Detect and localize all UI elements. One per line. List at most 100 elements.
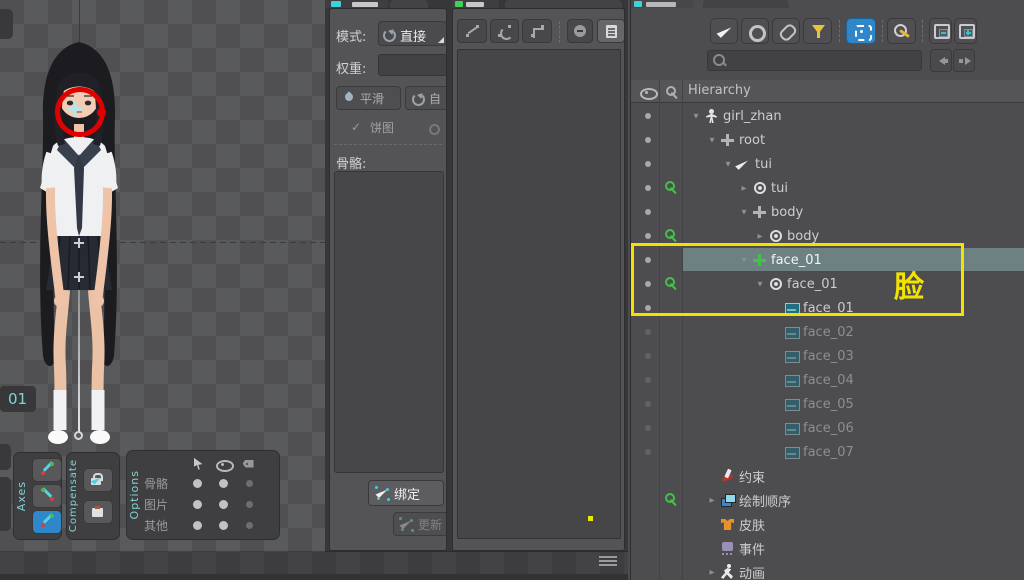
frame-selection-button[interactable]	[846, 18, 876, 44]
chevron-down-icon[interactable]	[737, 207, 751, 218]
find-edit-button[interactable]	[887, 18, 916, 44]
bottom-panel-edge	[0, 574, 628, 580]
images-label-toggle[interactable]	[246, 501, 253, 508]
tree-row-skins[interactable]: 皮肤	[631, 512, 1024, 536]
tree-row[interactable]: body	[631, 200, 1024, 224]
chevron-right-icon[interactable]	[753, 231, 767, 242]
search-input[interactable]	[707, 50, 922, 71]
layers-icon	[719, 492, 736, 508]
graph-area[interactable]	[457, 49, 621, 539]
tree-row[interactable]: face_04	[631, 368, 1024, 392]
spine-editor-window: 01 模式: 直接 权重: 平滑 自 饼图	[0, 0, 1024, 580]
axes-mode-button-2[interactable]	[32, 484, 62, 508]
compensate-image-button[interactable]	[83, 500, 113, 524]
bone-crosshair[interactable]	[74, 238, 84, 248]
chevron-right-icon[interactable]	[737, 183, 751, 194]
tree-row-draw-order[interactable]: 绘制顺序	[631, 488, 1024, 512]
axes-toolbar: Axes	[13, 452, 62, 540]
others-label-toggle[interactable]	[246, 522, 253, 529]
bind-button[interactable]: 绑定	[368, 480, 444, 506]
visibility-dot[interactable]	[645, 233, 651, 239]
mode-dropdown[interactable]: 直接	[378, 21, 447, 46]
expand-all-button[interactable]	[954, 18, 977, 44]
axes-mode-button-1[interactable]	[32, 458, 62, 482]
bind-bone-icon	[374, 485, 391, 501]
tree-row[interactable]: face_06	[631, 416, 1024, 440]
linear-curve-button[interactable]	[457, 19, 487, 43]
bones-label-toggle[interactable]	[246, 480, 253, 487]
circle-tool-button[interactable]	[741, 18, 769, 44]
auto-button[interactable]: 自	[405, 86, 447, 110]
graph-point[interactable]	[588, 516, 593, 521]
bones-visibility-toggle[interactable]	[219, 479, 228, 488]
search-prev-button[interactable]	[930, 49, 952, 72]
tree-row-events[interactable]: 事件	[631, 536, 1024, 560]
images-visibility-toggle[interactable]	[219, 500, 228, 509]
weight-label: 权重:	[336, 58, 366, 77]
hierarchy-tab-text-fragment	[646, 2, 676, 7]
visibility-dot[interactable]	[645, 377, 651, 383]
chevron-right-icon[interactable]	[705, 495, 719, 506]
graph-tab-icon	[455, 1, 463, 7]
hierarchy-header: Hierarchy	[631, 80, 1024, 103]
tree-row[interactable]: face_03	[631, 344, 1024, 368]
tree-row[interactable]: face_05	[631, 392, 1024, 416]
collapse-all-button[interactable]	[929, 18, 952, 44]
tree-row-animations[interactable]: 动画	[631, 560, 1024, 580]
search-next-button[interactable]	[953, 49, 975, 72]
attachment-button[interactable]	[772, 18, 800, 44]
chevron-down-icon[interactable]	[689, 111, 703, 122]
filter-button[interactable]	[803, 18, 832, 44]
bone-cross-icon	[751, 204, 768, 220]
remove-button[interactable]	[567, 19, 593, 43]
tree-row[interactable]: girl_zhan	[631, 104, 1024, 128]
images-select-toggle[interactable]	[193, 500, 202, 509]
chevron-down-icon[interactable]	[721, 159, 735, 170]
tree-row[interactable]: face_02	[631, 320, 1024, 344]
axes-mode-button-3[interactable]	[32, 510, 62, 534]
visibility-dot[interactable]	[645, 329, 651, 335]
tree-row-constraints[interactable]: 约束	[631, 464, 1024, 488]
visibility-dot[interactable]	[645, 161, 651, 167]
others-select-toggle[interactable]	[193, 521, 202, 530]
tree-row[interactable]: tui	[631, 152, 1024, 176]
weight-input[interactable]	[378, 54, 447, 76]
inactive-tab[interactable]	[390, 0, 428, 8]
bones-listbox[interactable]	[334, 171, 444, 473]
stepped-curve-button[interactable]	[522, 19, 552, 43]
visibility-dot[interactable]	[645, 137, 651, 143]
magnifier-pen-icon	[892, 23, 909, 39]
bone-crosshair[interactable]	[74, 272, 84, 282]
compensate-transform-button[interactable]	[83, 468, 113, 492]
cutoff-panel-stub	[0, 9, 13, 39]
tree-row[interactable]: tui	[631, 176, 1024, 200]
properties-toggle-button[interactable]	[597, 19, 625, 43]
radio-icon	[426, 120, 443, 136]
inactive-tab[interactable]	[505, 0, 622, 8]
bones-select-toggle[interactable]	[193, 479, 202, 488]
smooth-curve-button[interactable]	[490, 19, 519, 43]
update-button[interactable]: 更新	[393, 512, 447, 536]
slot-icon	[751, 180, 768, 196]
visibility-dot[interactable]	[645, 209, 651, 215]
visibility-dot[interactable]	[645, 353, 651, 359]
visibility-dot[interactable]	[645, 185, 651, 191]
additive-checkbox[interactable]: 叠	[426, 119, 447, 136]
others-visibility-toggle[interactable]	[219, 521, 228, 530]
select-tool-button[interactable]	[710, 18, 738, 44]
visibility-dot[interactable]	[645, 401, 651, 407]
visibility-dot[interactable]	[645, 449, 651, 455]
pie-checkbox[interactable]: 饼图	[350, 119, 394, 136]
visibility-dot[interactable]	[645, 113, 651, 119]
panel-resize-grip[interactable]	[599, 556, 617, 568]
chevron-down-icon[interactable]	[705, 135, 719, 146]
inactive-tab[interactable]	[703, 0, 789, 8]
cutoff-panel-stub	[0, 477, 11, 531]
pose-axes-icon	[39, 513, 56, 529]
smooth-button[interactable]: 平滑	[336, 86, 401, 110]
visibility-dot[interactable]	[645, 425, 651, 431]
tree-row[interactable]: root	[631, 128, 1024, 152]
option-row-images: 图片	[144, 496, 184, 513]
tree-row[interactable]: face_07	[631, 440, 1024, 464]
chevron-right-icon[interactable]	[705, 567, 719, 578]
